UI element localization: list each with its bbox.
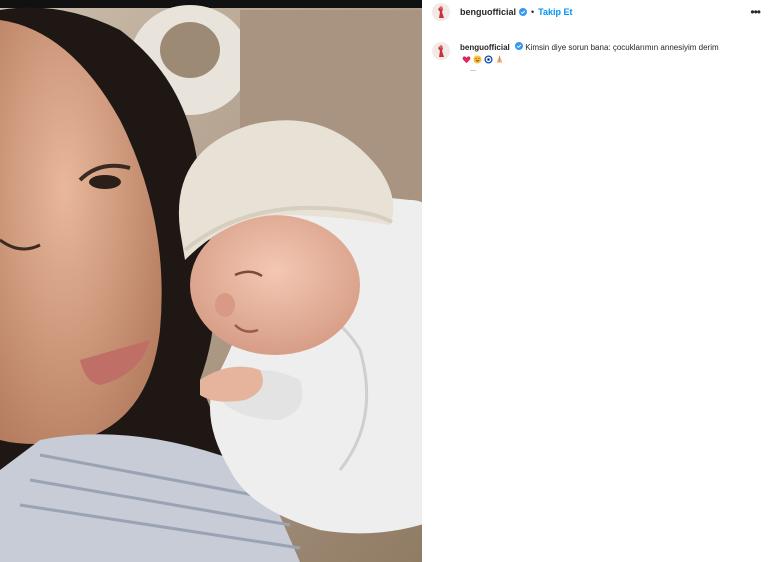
username[interactable]: benguofficial	[460, 7, 516, 17]
follow-button[interactable]: Takip Et	[538, 7, 572, 17]
caption-emojis	[462, 55, 504, 64]
verified-badge-icon	[519, 8, 527, 16]
post-photo[interactable]	[0, 0, 422, 562]
caption-body: Kimsin diye sorun bana: çocuklarımın ann…	[525, 43, 719, 52]
caption-avatar[interactable]	[432, 42, 450, 60]
praying-hands-icon	[496, 56, 503, 64]
post-sidebar: benguofficial • Takip Et ••• benguoffici…	[422, 0, 770, 562]
caption-username[interactable]: benguofficial	[460, 43, 510, 52]
grinning-with-tears-icon	[473, 55, 482, 64]
rose-avatar-icon	[438, 6, 444, 18]
caption-text: benguofficial Kimsin diye sorun bana: ço…	[460, 42, 760, 66]
evil-eye-icon	[484, 55, 493, 64]
post-timestamp: —	[470, 68, 476, 74]
caption-block: benguofficial Kimsin diye sorun bana: ço…	[422, 24, 770, 66]
more-options-icon[interactable]: •••	[750, 5, 761, 19]
instagram-post: benguofficial • Takip Et ••• benguoffici…	[0, 0, 770, 562]
avatar[interactable]	[432, 3, 450, 21]
mother-and-newborn-photo	[0, 0, 422, 562]
rose-avatar-icon	[438, 45, 444, 57]
separator-dot: •	[531, 7, 535, 17]
post-header: benguofficial • Takip Et •••	[422, 0, 770, 24]
red-heart-icon	[462, 56, 471, 64]
verified-badge-icon	[515, 42, 524, 50]
